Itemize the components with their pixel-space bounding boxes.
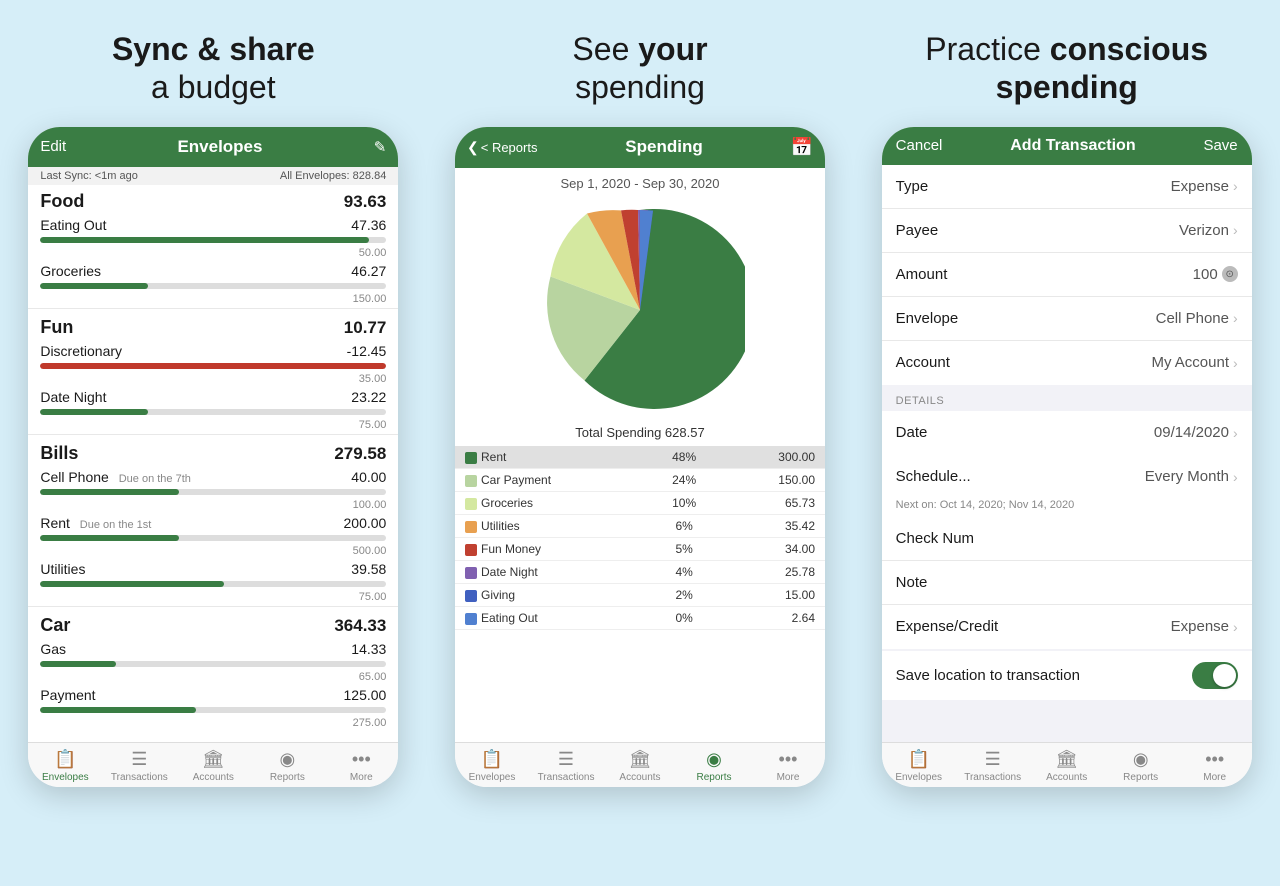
- payee-row[interactable]: Payee Verizon ›: [882, 209, 1252, 253]
- sync-status: Last Sync: <1m ago: [40, 170, 138, 182]
- schedule-sub: Next on: Oct 14, 2020; Nov 14, 2020: [882, 499, 1252, 517]
- panel1-title: Sync & sharea budget: [112, 30, 315, 107]
- details-section: Date 09/14/2020 › Schedule... Every Mont…: [882, 411, 1252, 649]
- envelopes-content[interactable]: Food 93.63 Eating Out 47.36 50.00 Grocer…: [28, 185, 398, 742]
- type-chevron: ›: [1233, 178, 1238, 194]
- date-range: Sep 1, 2020 - Sep 30, 2020: [455, 168, 825, 195]
- phone-envelopes: Edit Envelopes ✎ Last Sync: <1m ago All …: [28, 127, 398, 787]
- account-row[interactable]: Account My Account ›: [882, 341, 1252, 385]
- tab-envelopes-2[interactable]: 📋 Envelopes: [455, 749, 529, 783]
- envelope-row[interactable]: Envelope Cell Phone ›: [882, 297, 1252, 341]
- group-bills: Bills 279.58: [28, 437, 398, 466]
- amount-row[interactable]: Amount 100 ⊙: [882, 253, 1252, 297]
- item-eating-out[interactable]: Eating Out 47.36 50.00: [28, 214, 398, 260]
- schedule-row-wrap[interactable]: Schedule... Every Month › Next on: Oct 1…: [882, 455, 1252, 517]
- payee-chevron: ›: [1233, 222, 1238, 238]
- calendar-icon[interactable]: 📅: [791, 137, 813, 158]
- item-cell-phone[interactable]: Cell Phone Due on the 7th 40.00 100.00: [28, 466, 398, 512]
- spending-title: Spending: [625, 137, 702, 157]
- add-transaction-header: Cancel Add Transaction Save: [882, 127, 1252, 165]
- item-discretionary[interactable]: Discretionary -12.45 35.00: [28, 340, 398, 386]
- date-row[interactable]: Date 09/14/2020 ›: [882, 411, 1252, 455]
- tab-transactions-1[interactable]: ☰ Transactions: [102, 749, 176, 783]
- tab-more-3[interactable]: ••• More: [1178, 749, 1252, 783]
- envelope-chevron: ›: [1233, 310, 1238, 326]
- tab-reports-2[interactable]: ◉ Reports: [677, 749, 751, 783]
- tab-bar-3: 📋 Envelopes ☰ Transactions 🏛 Accounts ◉ …: [882, 742, 1252, 787]
- legend-row-utilities[interactable]: Utilities 6% 35.42: [455, 514, 825, 537]
- spending-legend: Rent 48% 300.00 Car Payment 24% 150.00 G…: [455, 446, 825, 630]
- spending-pie: [535, 205, 745, 415]
- tab-accounts-2[interactable]: 🏛 Accounts: [603, 749, 677, 783]
- type-row[interactable]: Type Expense ›: [882, 165, 1252, 209]
- pie-chart: [455, 195, 825, 425]
- group-food: Food 93.63: [28, 185, 398, 214]
- tab-more-1[interactable]: ••• More: [324, 749, 398, 783]
- note-row[interactable]: Note: [882, 561, 1252, 605]
- tab-envelopes-3[interactable]: 📋 Envelopes: [882, 749, 956, 783]
- tab-transactions-3[interactable]: ☰ Transactions: [956, 749, 1030, 783]
- legend-row-rent[interactable]: Rent 48% 300.00: [455, 446, 825, 469]
- back-button[interactable]: ❮ < Reports: [467, 139, 537, 156]
- phone-reports: ❮ < Reports Spending 📅 Sep 1, 2020 - Sep…: [455, 127, 825, 787]
- reports-header: ❮ < Reports Spending 📅: [455, 127, 825, 168]
- item-rent[interactable]: Rent Due on the 1st 200.00 500.00: [28, 512, 398, 558]
- tab-bar-1: 📋 Envelopes ☰ Transactions 🏛 Accounts ◉ …: [28, 742, 398, 787]
- phone-add-transaction: Cancel Add Transaction Save Type Expense…: [882, 127, 1252, 787]
- panel3-title: Practice consciousspending: [925, 30, 1208, 107]
- legend-row-eatingout[interactable]: Eating Out 0% 2.64: [455, 606, 825, 629]
- tab-reports-3[interactable]: ◉ Reports: [1104, 749, 1178, 783]
- details-section-label: DETAILS: [882, 387, 1252, 411]
- tab-accounts-1[interactable]: 🏛 Accounts: [176, 749, 250, 783]
- total-spending: Total Spending 628.57: [455, 425, 825, 440]
- panel2-title: See yourspending: [572, 30, 707, 107]
- legend-row-datenight[interactable]: Date Night 4% 25.78: [455, 560, 825, 583]
- all-envelopes: All Envelopes: 828.84: [280, 170, 386, 182]
- add-transaction-title: Add Transaction: [1010, 137, 1135, 155]
- location-toggle[interactable]: [1192, 662, 1238, 689]
- transaction-main-section: Type Expense › Payee Verizon › Amount: [882, 165, 1252, 385]
- checknum-row[interactable]: Check Num: [882, 517, 1252, 561]
- tab-transactions-2[interactable]: ☰ Transactions: [529, 749, 603, 783]
- panel-spending: See yourspending ❮ < Reports Spending 📅 …: [427, 0, 854, 886]
- cancel-button[interactable]: Cancel: [896, 137, 943, 154]
- envelopes-header: Edit Envelopes ✎: [28, 127, 398, 167]
- tab-bar-2: 📋 Envelopes ☰ Transactions 🏛 Accounts ◉ …: [455, 742, 825, 787]
- location-section: Save location to transaction: [882, 651, 1252, 700]
- panel-sync-share: Sync & sharea budget Edit Envelopes ✎ La…: [0, 0, 427, 886]
- legend-row-car[interactable]: Car Payment 24% 150.00: [455, 468, 825, 491]
- item-payment[interactable]: Payment 125.00 275.00: [28, 684, 398, 730]
- edit-button[interactable]: Edit: [40, 138, 66, 155]
- transaction-form: Type Expense › Payee Verizon › Amount: [882, 165, 1252, 742]
- tab-envelopes-1[interactable]: 📋 Envelopes: [28, 749, 102, 783]
- edit-icon[interactable]: ✎: [374, 138, 387, 156]
- tab-accounts-3[interactable]: 🏛 Accounts: [1030, 749, 1104, 783]
- legend-row-giving[interactable]: Giving 2% 15.00: [455, 583, 825, 606]
- envelopes-title: Envelopes: [66, 137, 374, 157]
- legend-row-groceries[interactable]: Groceries 10% 65.73: [455, 491, 825, 514]
- save-button[interactable]: Save: [1203, 137, 1237, 154]
- item-utilities[interactable]: Utilities 39.58 75.00: [28, 558, 398, 604]
- legend-row-fun[interactable]: Fun Money 5% 34.00: [455, 537, 825, 560]
- item-groceries[interactable]: Groceries 46.27 150.00: [28, 260, 398, 306]
- sync-bar: Last Sync: <1m ago All Envelopes: 828.84: [28, 167, 398, 185]
- tab-reports-1[interactable]: ◉ Reports: [250, 749, 324, 783]
- group-car: Car 364.33: [28, 609, 398, 638]
- item-gas[interactable]: Gas 14.33 65.00: [28, 638, 398, 684]
- panel-conscious-spending: Practice consciousspending Cancel Add Tr…: [853, 0, 1280, 886]
- tab-more-2[interactable]: ••• More: [751, 749, 825, 783]
- amount-cursor: ⊙: [1222, 266, 1238, 282]
- group-fun: Fun 10.77: [28, 311, 398, 340]
- item-date-night[interactable]: Date Night 23.22 75.00: [28, 386, 398, 432]
- expense-credit-row[interactable]: Expense/Credit Expense ›: [882, 605, 1252, 649]
- location-row[interactable]: Save location to transaction: [882, 651, 1252, 700]
- account-chevron: ›: [1233, 355, 1238, 371]
